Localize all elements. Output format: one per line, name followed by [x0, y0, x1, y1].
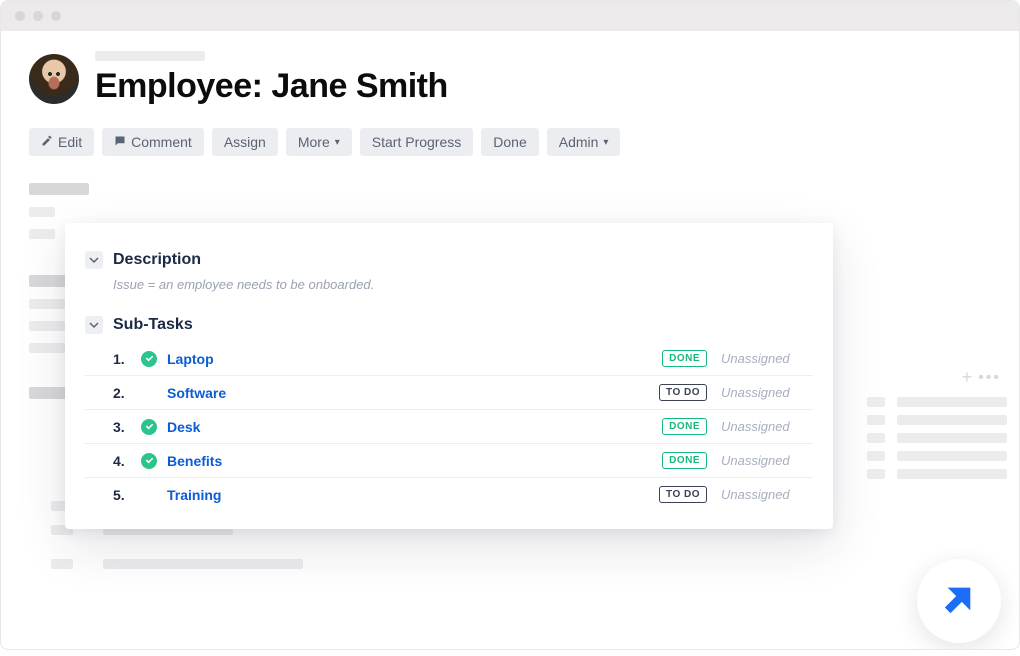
subtask-number: 5.	[113, 487, 141, 503]
assignee-label: Unassigned	[721, 487, 813, 502]
check-icon	[141, 351, 157, 367]
more-icon[interactable]: •••	[978, 369, 1001, 387]
subtask-row[interactable]: 2. SoftwareTO DO Unassigned	[85, 376, 813, 410]
description-text: Issue = an employee needs to be onboarde…	[113, 277, 813, 292]
help-fab[interactable]	[917, 559, 1001, 643]
assign-label: Assign	[224, 134, 266, 150]
collapse-button[interactable]	[85, 251, 103, 269]
comment-button[interactable]: Comment	[102, 128, 204, 156]
arrow-icon	[939, 579, 979, 624]
detail-card: Description Issue = an employee needs to…	[65, 223, 833, 529]
status-badge: TO DO	[659, 384, 707, 401]
chevron-down-icon: ▾	[603, 137, 608, 148]
subtasks-heading: Sub-Tasks	[113, 316, 193, 334]
check-icon	[141, 419, 157, 435]
subtask-number: 2.	[113, 385, 141, 401]
subtask-link[interactable]: Software	[167, 385, 659, 401]
status-badge: DONE	[662, 452, 707, 469]
admin-button[interactable]: Admin ▾	[547, 128, 621, 156]
edit-label: Edit	[58, 134, 82, 150]
window-titlebar	[1, 1, 1019, 31]
subtask-row[interactable]: 1. LaptopDONE Unassigned	[85, 342, 813, 376]
admin-label: Admin	[559, 134, 599, 150]
subtask-link[interactable]: Desk	[167, 419, 662, 435]
page-title: Employee: Jane Smith	[95, 67, 448, 106]
right-metadata-skeleton	[867, 397, 1007, 479]
title-row: Employee: Jane Smith	[29, 51, 991, 106]
status-badge: DONE	[662, 418, 707, 435]
comment-icon	[114, 134, 126, 150]
subtask-number: 3.	[113, 419, 141, 435]
right-panel-actions: + •••	[962, 367, 1001, 388]
toolbar: Edit Comment Assign More ▾ Start Progres…	[29, 128, 991, 156]
assignee-label: Unassigned	[721, 419, 813, 434]
app-window: Employee: Jane Smith Edit Comment Assign…	[0, 0, 1020, 650]
assignee-label: Unassigned	[721, 453, 813, 468]
subtasks-section-header: Sub-Tasks	[85, 316, 813, 334]
plus-icon[interactable]: +	[962, 367, 973, 388]
assignee-label: Unassigned	[721, 351, 813, 366]
pencil-icon	[41, 134, 53, 150]
subtasks-list: 1.LaptopDONEUnassigned2.SoftwareTO DOUna…	[85, 342, 813, 511]
window-zoom-dot[interactable]	[51, 11, 61, 21]
comment-label: Comment	[131, 134, 192, 150]
subtask-link[interactable]: Laptop	[167, 351, 662, 367]
status-badge: DONE	[662, 350, 707, 367]
assignee-label: Unassigned	[721, 385, 813, 400]
subtask-link[interactable]: Training	[167, 487, 659, 503]
done-button[interactable]: Done	[481, 128, 538, 156]
description-heading: Description	[113, 251, 201, 269]
start-progress-label: Start Progress	[372, 134, 461, 150]
breadcrumb	[95, 51, 205, 61]
done-label: Done	[493, 134, 526, 150]
status-badge: TO DO	[659, 486, 707, 503]
subtask-row[interactable]: 3. DeskDONE Unassigned	[85, 410, 813, 444]
edit-button[interactable]: Edit	[29, 128, 94, 156]
check-icon	[141, 453, 157, 469]
page-content: Employee: Jane Smith Edit Comment Assign…	[1, 31, 1019, 156]
subtask-row[interactable]: 5. TrainingTO DO Unassigned	[85, 478, 813, 511]
more-label: More	[298, 134, 330, 150]
more-button[interactable]: More ▾	[286, 128, 352, 156]
chevron-down-icon: ▾	[335, 137, 340, 148]
assign-button[interactable]: Assign	[212, 128, 278, 156]
start-progress-button[interactable]: Start Progress	[360, 128, 473, 156]
subtask-link[interactable]: Benefits	[167, 453, 662, 469]
subtask-number: 4.	[113, 453, 141, 469]
collapse-button[interactable]	[85, 316, 103, 334]
avatar[interactable]	[29, 54, 79, 104]
subtask-number: 1.	[113, 351, 141, 367]
window-close-dot[interactable]	[15, 11, 25, 21]
window-minimize-dot[interactable]	[33, 11, 43, 21]
description-section-header: Description	[85, 251, 813, 269]
subtask-row[interactable]: 4. BenefitsDONE Unassigned	[85, 444, 813, 478]
